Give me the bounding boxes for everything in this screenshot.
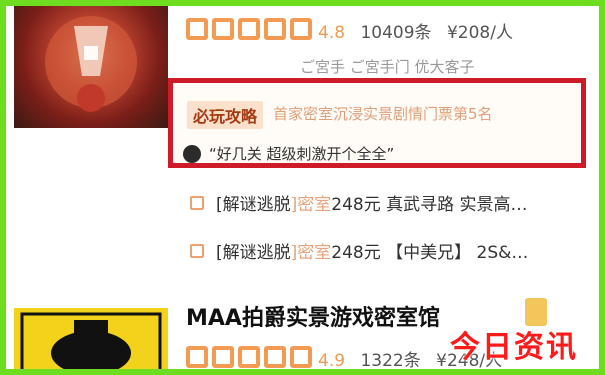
deal-label: [解谜逃脱 (216, 243, 291, 263)
listing1-image (45, 16, 137, 112)
recommend-highlight-box[interactable]: 必玩攻略 首家密室沉浸实景剧情门票第5名 “好几关 超级刺激开个全全” (168, 78, 586, 168)
star-icon (212, 18, 234, 40)
listing1-meta: 4.8 10409条 ¥208/人 (318, 18, 513, 43)
listing1-thumbnail[interactable] (14, 6, 168, 128)
star-icon (290, 346, 312, 368)
star-icon (264, 18, 286, 40)
listing2-thumbnail[interactable] (14, 308, 168, 375)
deal-item[interactable]: [解谜逃脱]密室248元 【中美兄】 2S&… (190, 238, 528, 263)
coupon-icon (190, 195, 204, 210)
coupon-icon (190, 243, 204, 258)
deal-rest: 248元 真武寻路 实景高… (331, 195, 528, 215)
review-quote: “好几关 超级刺激开个全全” (209, 145, 395, 163)
star-icon (290, 18, 312, 40)
review-quote-row: “好几关 超级刺激开个全全” (183, 143, 394, 164)
listing1-price: ¥208/人 (446, 23, 513, 43)
watermark-logo: 今日资讯 (450, 330, 578, 365)
star-icon (238, 18, 260, 40)
deal-label: [解谜逃脱 (216, 195, 291, 215)
listing1-faded-text: ご宮手 ご宮手门 优大客子 (300, 58, 475, 76)
recommend-tag: 必玩攻略 (187, 101, 264, 129)
listing2-title[interactable]: MAA拍爵实景游戏密室馆 (186, 300, 440, 332)
deal-highlight: ]密室 (290, 195, 332, 215)
star-icon (264, 346, 286, 368)
listing1-rating-stars (186, 18, 312, 40)
star-icon (238, 346, 260, 368)
listing2-score: 4.9 (318, 351, 346, 371)
listing2-reviews: 1322条 (360, 351, 421, 371)
listing2-rating-stars (186, 346, 312, 368)
listing1-score: 4.8 (318, 23, 346, 43)
star-icon (186, 346, 208, 368)
deal-item[interactable]: [解谜逃脱]密室248元 真武寻路 实景高… (190, 190, 528, 215)
reviewer-avatar (183, 144, 201, 163)
listing1-reviews: 10409条 (360, 23, 432, 43)
recommend-text: 首家密室沉浸实景剧情门票第5名 (273, 105, 493, 123)
listing2-image (20, 312, 162, 375)
star-icon (212, 346, 234, 368)
star-icon (186, 18, 208, 40)
deal-rest: 248元 【中美兄】 2S&… (331, 243, 529, 263)
deal-highlight: ]密室 (290, 243, 332, 263)
